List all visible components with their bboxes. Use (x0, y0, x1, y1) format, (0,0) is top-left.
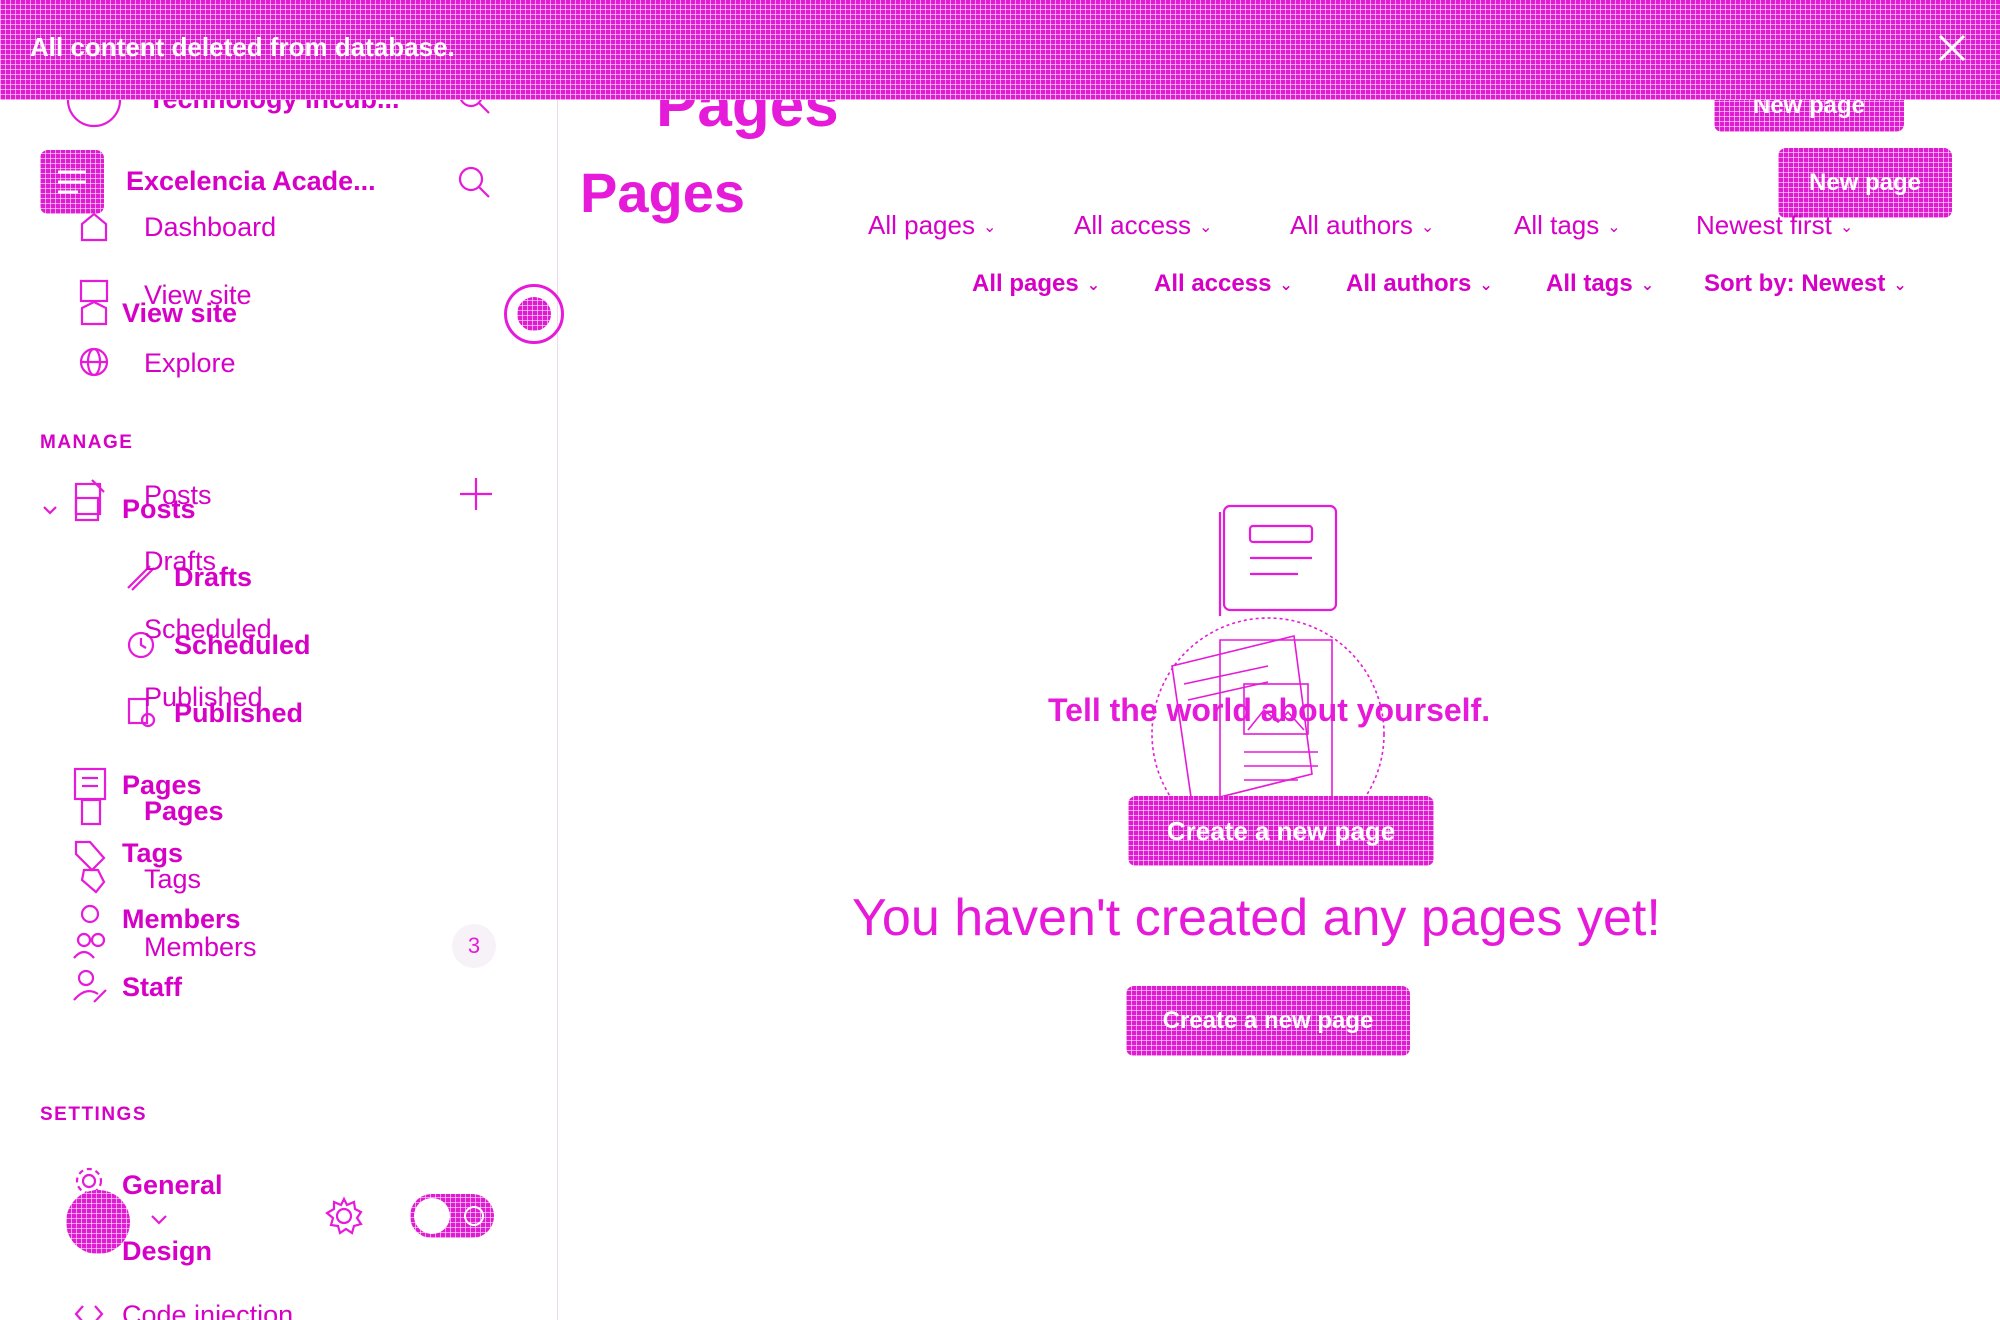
search-icon[interactable] (456, 164, 492, 200)
nav-dashboard[interactable]: Dashboard (144, 212, 276, 243)
filter-all-authors-label: All authors (1346, 270, 1472, 297)
nav-pages[interactable]: Pages (144, 796, 224, 827)
ghost-filter-sort-label: Newest first (1696, 210, 1832, 240)
tag-icon (72, 836, 108, 896)
nav-design[interactable]: Design (122, 1236, 212, 1267)
chevron-down-icon: ⌄ (1086, 276, 1101, 294)
chevron-down-icon: ⌄ (1893, 276, 1907, 294)
ghost-filter-sort: Newest first ⌄ (1696, 210, 1853, 241)
chevron-down-icon: ⌄ (1640, 276, 1655, 294)
ghost-filter-tags-label: All tags (1514, 210, 1600, 240)
code-icon (74, 1304, 104, 1320)
staff-icon (72, 968, 108, 1004)
globe-icon (78, 346, 110, 378)
ghost-filter-access: All access ⌄ (1074, 210, 1212, 241)
filter-all-tags-label: All tags (1546, 270, 1633, 297)
ghost-filter-pages: All pages ⌄ (868, 210, 996, 241)
settings-gear-icon[interactable] (324, 1196, 364, 1236)
user-menu-chevron-icon[interactable] (148, 1208, 170, 1230)
nav-members[interactable]: Members (144, 932, 257, 963)
nav-drafts-duplicate: Drafts (174, 562, 253, 592)
banner-message: All content deleted from database. (30, 32, 455, 62)
filter-all-access[interactable]: All access ⌄ (1154, 270, 1293, 298)
notification-banner: All content deleted from database. (0, 0, 2000, 100)
ghost-filter-authors-label: All authors (1290, 210, 1413, 240)
nav-tags[interactable]: Tags (144, 864, 201, 895)
members-count-badge: 3 (452, 924, 496, 968)
empty-state-heading: You haven't created any pages yet! (852, 889, 1661, 947)
chevron-down-icon: ⌄ (1199, 219, 1213, 237)
pages-icon (72, 766, 108, 826)
chevron-down-icon[interactable] (40, 500, 60, 520)
sidebar: Technology Incub... Excelencia Acade... … (0, 0, 564, 1320)
create-new-page-button[interactable]: Create a new page (1126, 986, 1410, 1056)
filter-sort-label: Sort by: Newest (1704, 270, 1886, 297)
filter-all-access-label: All access (1154, 270, 1272, 297)
new-page-button[interactable]: New page (1778, 148, 1952, 218)
filter-all-tags[interactable]: All tags ⌄ (1546, 270, 1654, 298)
nav-published-duplicate: Published (174, 698, 304, 728)
dark-mode-toggle[interactable] (410, 1194, 494, 1238)
nav-scheduled-duplicate: Scheduled (174, 630, 311, 660)
ghost-filter-tags: All tags ⌄ (1514, 210, 1621, 241)
chevron-down-icon: ⌄ (1839, 219, 1854, 237)
ghost-create-page-button: Create a new page (1128, 796, 1434, 866)
empty-state-tagline: Tell the world about yourself. (1048, 692, 1491, 728)
members-icon (72, 902, 108, 960)
add-post-icon[interactable] (458, 476, 494, 512)
nav-posts-duplicate: Posts (122, 494, 196, 524)
nav-code-injection[interactable]: Code injection (122, 1300, 293, 1320)
nav-staff[interactable]: Staff (122, 972, 182, 1003)
nav-general[interactable]: General (122, 1170, 223, 1201)
home-icon (78, 210, 110, 242)
nav-explore[interactable]: Explore (144, 348, 236, 379)
site-logo[interactable] (40, 150, 104, 214)
view-site-icon (78, 278, 110, 326)
site-title[interactable]: Excelencia Acade... (126, 166, 376, 197)
nav-members-duplicate: Members (122, 904, 241, 934)
manage-section-label: MANAGE (40, 432, 134, 453)
chevron-down-icon: ⌄ (1479, 276, 1493, 294)
posts-icon (72, 476, 108, 524)
chevron-down-icon: ⌄ (1420, 219, 1435, 237)
view-site-radio[interactable] (504, 284, 564, 344)
filter-sort[interactable]: Sort by: Newest ⌄ (1704, 270, 1907, 298)
user-avatar[interactable] (66, 1190, 130, 1254)
filter-all-pages-label: All pages (972, 270, 1079, 297)
ghost-filter-pages-label: All pages (868, 210, 975, 240)
filter-all-pages[interactable]: All pages ⌄ (972, 270, 1100, 298)
ghost-filter-access-label: All access (1074, 210, 1192, 240)
filter-all-authors[interactable]: All authors ⌄ (1346, 270, 1493, 298)
page-document-icon (1218, 502, 1344, 622)
nav-view-site-duplicate: View site (122, 298, 238, 328)
settings-section-label: SETTINGS (40, 1104, 148, 1125)
chevron-down-icon: ⌄ (1279, 276, 1293, 294)
close-icon[interactable] (1934, 30, 1970, 66)
page-title: Pages (580, 161, 745, 224)
chevron-down-icon: ⌄ (982, 219, 997, 237)
ghost-filter-authors: All authors ⌄ (1290, 210, 1434, 241)
chevron-down-icon: ⌄ (1607, 219, 1621, 237)
